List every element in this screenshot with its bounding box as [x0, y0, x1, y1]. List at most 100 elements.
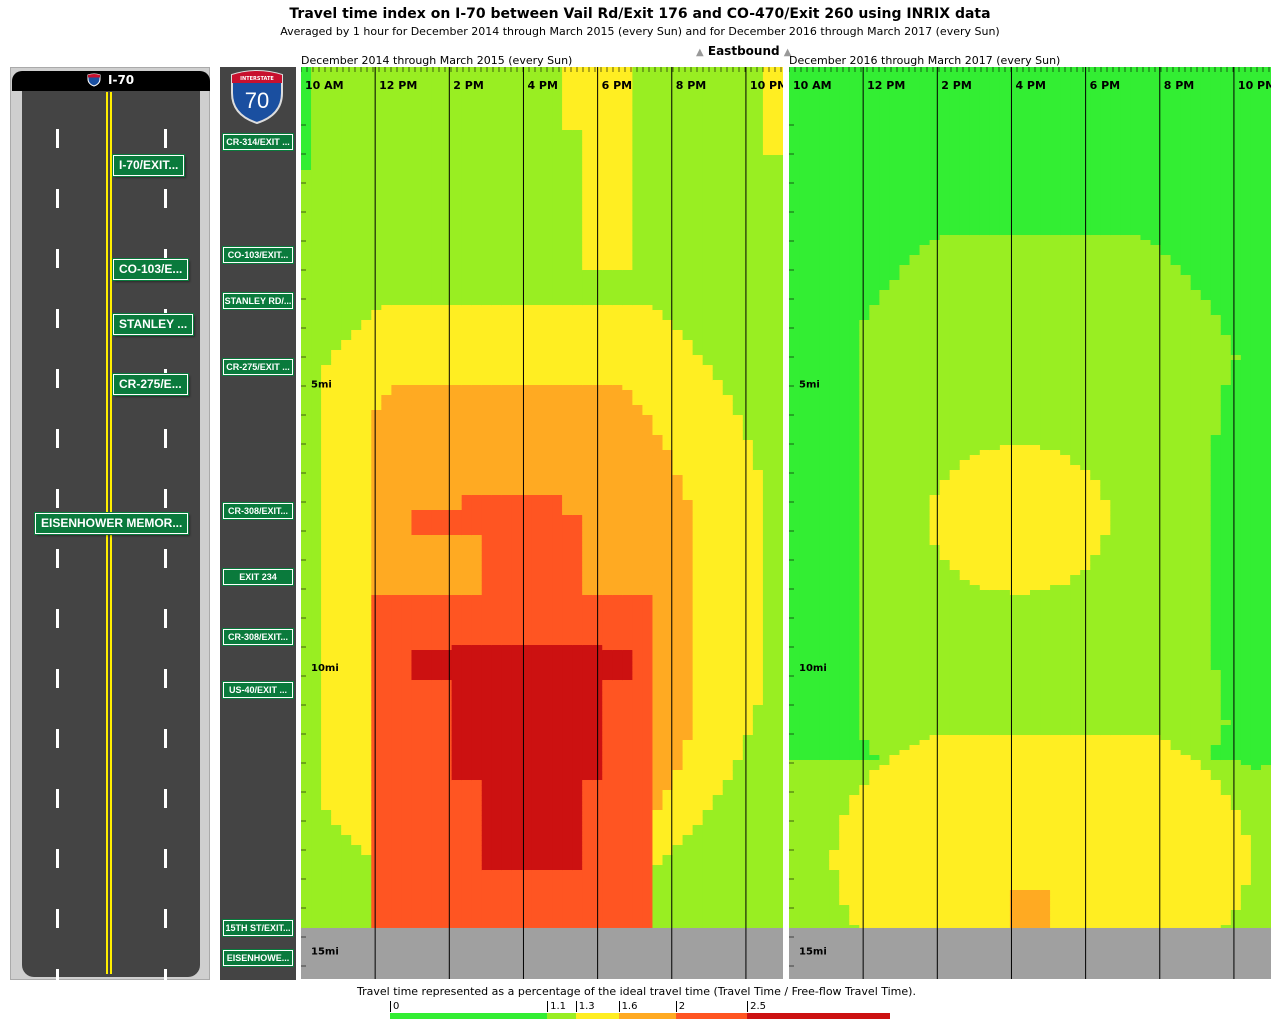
heatmap-cell: [501, 150, 513, 156]
road-sign[interactable]: CO-103/E...: [113, 259, 189, 280]
heatmap-cell: [511, 365, 523, 371]
heatmap-cell: [501, 620, 513, 626]
heatmap-cell: [371, 710, 382, 716]
heatmap-cell: [491, 385, 503, 391]
heatmap-cell: [441, 250, 453, 256]
heatmap-cell: [301, 340, 312, 346]
heatmap-cell: [351, 165, 362, 171]
heatmap-cell: [331, 890, 342, 896]
heatmap-cell: [311, 185, 322, 191]
heatmap-cell: [501, 830, 513, 836]
heatmap-cell: [371, 685, 382, 691]
heatmap-cell: [481, 760, 493, 766]
heatmap-cell: [391, 535, 402, 541]
heatmap-cell: [572, 785, 583, 791]
heatmap-cell: [451, 425, 463, 431]
heatmap-cell: [301, 255, 312, 261]
heatmap-cell: [511, 330, 523, 336]
heatmap-cell: [461, 580, 473, 586]
exit-sign[interactable]: STANLEY RD/...: [223, 293, 293, 309]
road-sign[interactable]: I-70/EXIT...: [113, 155, 185, 176]
exit-sign[interactable]: EISENHOWE...: [223, 950, 293, 966]
heatmap-cell: [531, 290, 543, 296]
heatmap-cell: [582, 475, 593, 481]
heatmap-cell: [321, 105, 332, 111]
heatmap-cell: [471, 615, 483, 621]
heatmap-cell: [411, 925, 422, 929]
heatmap-cell: [341, 475, 352, 481]
heatmap-cell: [451, 795, 463, 801]
heatmap-cell: [461, 630, 473, 636]
heatmap-cell: [511, 705, 523, 711]
exit-sign[interactable]: 15TH ST/EXIT...: [223, 920, 293, 936]
heatmap-cell: [301, 590, 312, 596]
heatmap-cell: [411, 285, 422, 291]
heatmap-cell: [421, 875, 433, 881]
heatmap-cell: [491, 210, 503, 216]
heatmap-cell: [451, 515, 463, 521]
heatmap-2014-2015[interactable]: 10 AM 12 PM 2 PM 4 PM 6 PM 8 PM 10 PM 5mi 10mi 15…: [301, 67, 783, 979]
heatmap-cell: [582, 805, 593, 811]
heatmap-cell: [341, 315, 352, 321]
heatmap-cell: [401, 215, 412, 221]
heatmap-cell: [552, 585, 563, 591]
heatmap-cell: [562, 410, 573, 416]
heatmap-cell: [552, 115, 563, 121]
heatmap-cell: [552, 515, 563, 521]
heatmap-cell: [341, 450, 352, 456]
lane-dash: [56, 969, 59, 988]
heatmap-cell: [361, 835, 372, 841]
heatmap-cell: [331, 900, 342, 906]
heatmap-cell: [391, 185, 402, 191]
heatmap-cell: [471, 130, 483, 136]
heatmap-cell: [471, 750, 483, 756]
road-sign[interactable]: STANLEY ...: [113, 314, 194, 335]
exit-sign[interactable]: CR-308/EXIT...: [223, 629, 293, 645]
exit-sign[interactable]: US-40/EXIT ...: [223, 682, 293, 698]
heatmap-cell: [441, 760, 453, 766]
heatmap-cell: [552, 625, 563, 631]
heatmap-cell: [461, 695, 473, 701]
heatmap-cell: [481, 740, 493, 746]
heatmap-cell: [381, 405, 392, 411]
heatmap-cell: [451, 750, 463, 756]
heatmap-cell: [572, 290, 583, 296]
heatmap-cell: [531, 310, 543, 316]
heatmap-cell: [501, 630, 513, 636]
heatmap-cell: [371, 495, 382, 501]
heatmap-cell: [572, 435, 583, 441]
heatmap-cell: [491, 915, 503, 921]
heatmap-cell: [582, 895, 593, 901]
heatmap-cell: [481, 305, 493, 311]
heatmap-cell: [311, 270, 322, 276]
heatmap-cell: [311, 345, 322, 351]
heatmap-cell: [471, 110, 483, 116]
exit-sign[interactable]: CR-314/EXIT ...: [223, 134, 293, 150]
road-sign[interactable]: EISENHOWER MEMOR...: [35, 513, 189, 534]
heatmap-cell: [431, 345, 443, 351]
heatmap-cell: [311, 215, 322, 221]
road-sign[interactable]: CR-275/E...: [113, 374, 188, 395]
heatmap-cell: [381, 660, 392, 666]
heatmap-cell: [371, 385, 382, 391]
exit-sign[interactable]: CR-308/EXIT...: [223, 503, 293, 519]
heatmap-cell: [481, 330, 493, 336]
heatmap-cell: [531, 105, 543, 111]
heatmap-cell: [481, 695, 493, 701]
exit-sign[interactable]: CO-103/EXIT...: [223, 247, 293, 263]
heatmap-cell: [501, 435, 513, 441]
heatmap-cell: [301, 265, 312, 271]
heatmap-cell: [311, 740, 322, 746]
heatmap-cell: [301, 825, 312, 831]
heatmap-cell: [481, 490, 493, 496]
exit-sign[interactable]: CR-275/EXIT ...: [223, 359, 293, 375]
exit-sign[interactable]: EXIT 234: [223, 569, 293, 585]
heatmap-cell: [542, 725, 553, 731]
heatmap-cell: [542, 405, 553, 411]
heatmap-cell: [451, 540, 463, 546]
heatmap-cell: [341, 330, 352, 336]
heatmap-cell: [331, 410, 342, 416]
direction-label[interactable]: ▲ Eastbound ▲: [696, 44, 791, 58]
heatmap-cell: [431, 500, 443, 506]
heatmap-cell: [501, 800, 513, 806]
